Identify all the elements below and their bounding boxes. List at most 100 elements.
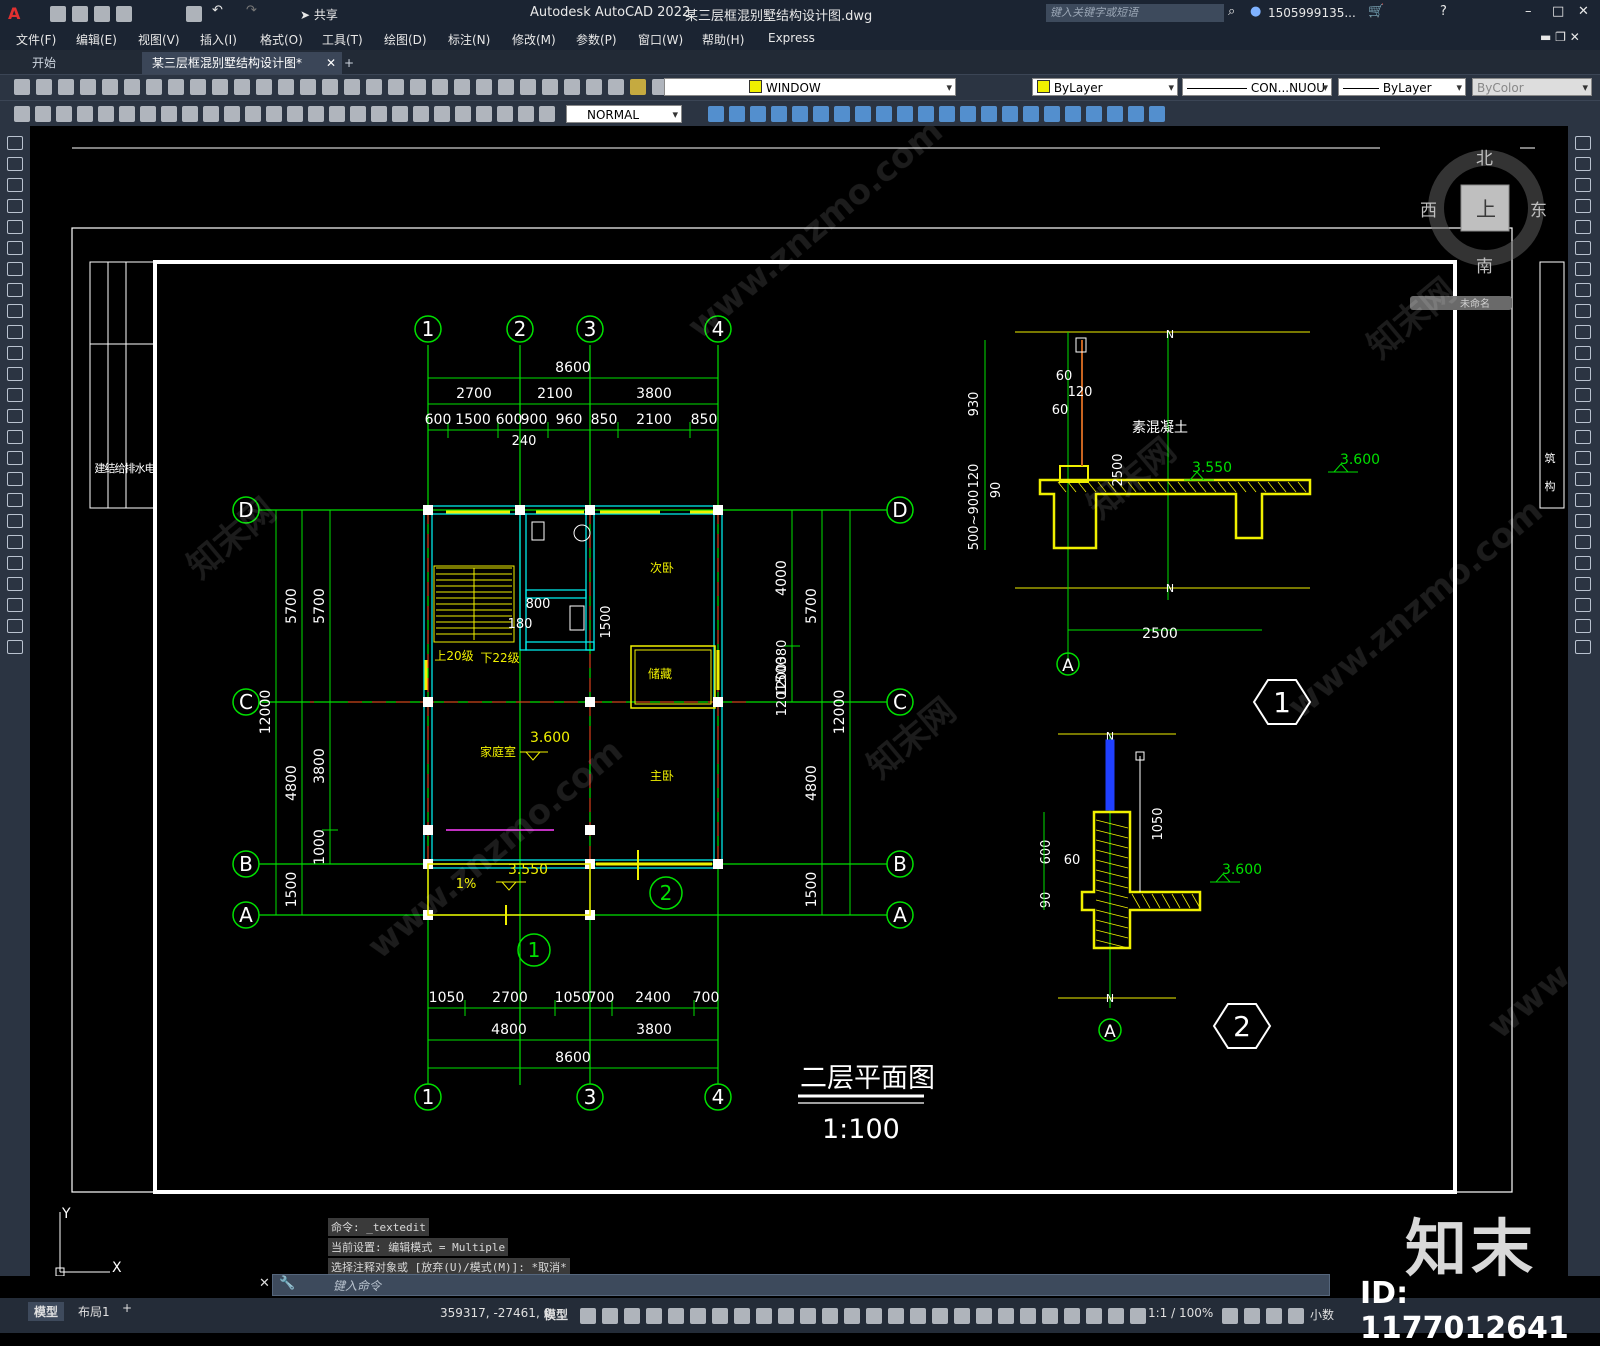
toolbar-tool-icon[interactable]	[712, 1308, 728, 1324]
toolbar-tool-icon[interactable]	[266, 106, 282, 122]
toolbar-tool-icon[interactable]	[520, 79, 536, 95]
toolbar-tool-icon[interactable]	[630, 79, 646, 95]
menu-item[interactable]: Express	[768, 31, 815, 45]
side-tool-icon[interactable]	[1575, 304, 1591, 318]
toolbar-tool-icon[interactable]	[976, 1308, 992, 1324]
toolbar-tool-icon[interactable]	[1002, 106, 1018, 122]
toolbar-tool-icon[interactable]	[1086, 1308, 1102, 1324]
plotstyle-dropdown[interactable]: ByColor	[1472, 78, 1592, 97]
side-tool-icon[interactable]	[1575, 535, 1591, 549]
restore-doc-icon[interactable]: ▬ ❐ ✕	[1540, 30, 1580, 44]
toolbar-tool-icon[interactable]	[1149, 106, 1165, 122]
toolbar-tool-icon[interactable]	[245, 106, 261, 122]
toolbar-tool-icon[interactable]	[161, 106, 177, 122]
toolbar-tool-icon[interactable]	[256, 79, 272, 95]
toolbar-tool-icon[interactable]	[497, 106, 513, 122]
toolbar-tool-icon[interactable]	[866, 1308, 882, 1324]
side-tool-icon[interactable]	[1575, 388, 1591, 402]
menu-item[interactable]: 工具(T)	[322, 31, 363, 48]
toolbar-tool-icon[interactable]	[388, 79, 404, 95]
side-tool-icon[interactable]	[7, 283, 23, 297]
quick-access-new-icon[interactable]	[50, 6, 66, 22]
toolbar-tool-icon[interactable]	[910, 1308, 926, 1324]
cart-icon[interactable]: 🛒	[1368, 4, 1384, 19]
toolbar-tool-icon[interactable]	[729, 106, 745, 122]
toolbar-tool-icon[interactable]	[190, 79, 206, 95]
toolbar-tool-icon[interactable]	[734, 1308, 750, 1324]
toolbar-tool-icon[interactable]	[708, 106, 724, 122]
toolbar-tool-icon[interactable]	[124, 79, 140, 95]
toolbar-tool-icon[interactable]	[1128, 106, 1144, 122]
search-input[interactable]: 键入关键字或短语	[1046, 4, 1224, 22]
toolbar-tool-icon[interactable]	[1023, 106, 1039, 122]
drawing-svg[interactable]: 建结给排水电筑构 86002700 2100 3800600 1500 600900 96…	[30, 111, 1600, 1277]
side-tool-icon[interactable]	[7, 346, 23, 360]
toolbar-tool-icon[interactable]	[329, 106, 345, 122]
toolbar-tool-icon[interactable]	[771, 106, 787, 122]
toolbar-tool-icon[interactable]	[624, 1308, 640, 1324]
toolbar-tool-icon[interactable]	[1244, 1308, 1260, 1324]
toolbar-tool-icon[interactable]	[981, 106, 997, 122]
command-input[interactable]: 键入命令	[333, 1277, 381, 1294]
user-icon[interactable]: ●	[1250, 4, 1261, 19]
units-readout[interactable]: 小数	[1310, 1306, 1334, 1323]
command-line[interactable]: ✕ 🔧 键入命令	[259, 1274, 1330, 1296]
redo-icon[interactable]: ↷	[246, 3, 257, 18]
toolbar-tool-icon[interactable]	[1064, 1308, 1080, 1324]
side-tool-icon[interactable]	[1575, 220, 1591, 234]
toolbar-tool-icon[interactable]	[1107, 106, 1123, 122]
side-tool-icon[interactable]	[7, 619, 23, 633]
toolbar-tool-icon[interactable]	[580, 1308, 596, 1324]
layer-dropdown[interactable]: WINDOW	[664, 78, 956, 97]
model-space-button[interactable]: 模型	[544, 1306, 568, 1323]
toolbar-tool-icon[interactable]	[224, 106, 240, 122]
toolbar-tool-icon[interactable]	[778, 1308, 794, 1324]
side-tool-icon[interactable]	[1575, 325, 1591, 339]
side-tool-icon[interactable]	[7, 199, 23, 213]
side-tool-icon[interactable]	[1575, 493, 1591, 507]
toolbar-tool-icon[interactable]	[35, 106, 51, 122]
toolbar-tool-icon[interactable]	[1042, 1308, 1058, 1324]
toolbar-tool-icon[interactable]	[476, 79, 492, 95]
menu-item[interactable]: 文件(F)	[16, 31, 56, 48]
toolbar-tool-icon[interactable]	[932, 1308, 948, 1324]
tab-layout1[interactable]: 布局1	[72, 1302, 116, 1321]
maximize-button[interactable]: □	[1552, 4, 1564, 19]
toolbar-tool-icon[interactable]	[822, 1308, 838, 1324]
toolbar-tool-icon[interactable]	[454, 79, 470, 95]
toolbar-tool-icon[interactable]	[371, 106, 387, 122]
toolbar-tool-icon[interactable]	[203, 106, 219, 122]
toolbar-tool-icon[interactable]	[939, 106, 955, 122]
side-tool-icon[interactable]	[7, 220, 23, 234]
search-icon[interactable]: ⌕	[1228, 4, 1235, 19]
tab-drawing[interactable]: 某三层框混别墅结构设计图* ✕	[142, 52, 342, 74]
lineweight-dropdown[interactable]: ByLayer	[1338, 78, 1466, 97]
toolbar-tool-icon[interactable]	[392, 106, 408, 122]
menu-item[interactable]: 帮助(H)	[702, 31, 744, 48]
toolbar-tool-icon[interactable]	[564, 79, 580, 95]
color-dropdown[interactable]: ByLayer	[1032, 78, 1178, 97]
toolbar-tool-icon[interactable]	[668, 1308, 684, 1324]
toolbar-tool-icon[interactable]	[539, 106, 555, 122]
toolbar-tool-icon[interactable]	[455, 106, 471, 122]
menu-item[interactable]: 视图(V)	[138, 31, 180, 48]
side-tool-icon[interactable]	[1575, 367, 1591, 381]
toolbar-tool-icon[interactable]	[998, 1308, 1014, 1324]
toolbar-tool-icon[interactable]	[918, 106, 934, 122]
side-tool-icon[interactable]	[7, 325, 23, 339]
toolbar-tool-icon[interactable]	[1288, 1308, 1304, 1324]
side-tool-icon[interactable]	[1575, 409, 1591, 423]
tab-model[interactable]: 模型	[28, 1302, 65, 1321]
side-tool-icon[interactable]	[1575, 346, 1591, 360]
command-settings-icon[interactable]: 🔧	[279, 1276, 295, 1291]
toolbar-tool-icon[interactable]	[278, 79, 294, 95]
toolbar-tool-icon[interactable]	[1065, 106, 1081, 122]
new-tab-button[interactable]: +	[334, 52, 364, 74]
toolbar-tool-icon[interactable]	[182, 106, 198, 122]
side-tool-icon[interactable]	[7, 367, 23, 381]
toolbar-tool-icon[interactable]	[876, 106, 892, 122]
side-tool-icon[interactable]	[7, 514, 23, 528]
toolbar-tool-icon[interactable]	[954, 1308, 970, 1324]
linetype-dropdown[interactable]: CON...NUOU	[1182, 78, 1332, 97]
autocad-logo-icon[interactable]: A	[8, 4, 20, 23]
